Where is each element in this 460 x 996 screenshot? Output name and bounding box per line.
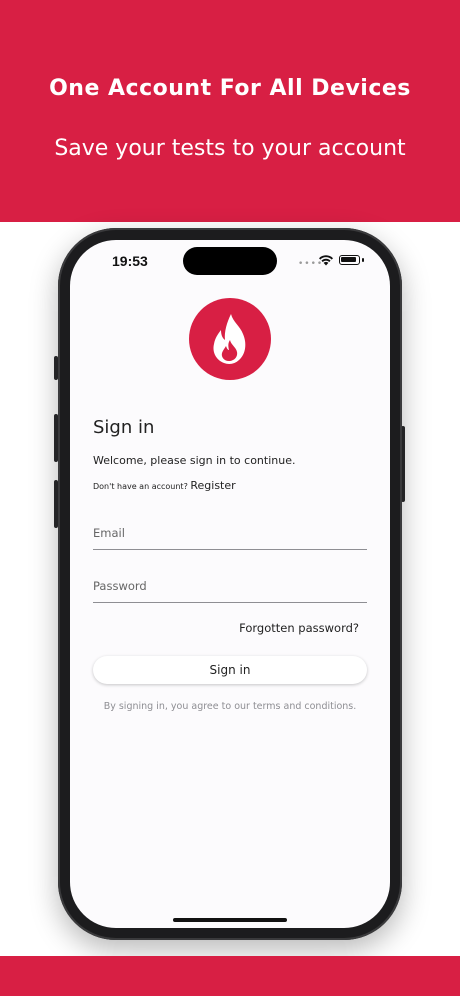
signin-title: Sign in xyxy=(93,417,155,438)
banner-subline: Save your tests to your account xyxy=(54,136,406,161)
no-account-text: Don't have an account? xyxy=(93,482,188,491)
signin-button[interactable]: Sign in xyxy=(93,656,367,684)
password-field[interactable] xyxy=(93,569,367,603)
welcome-text: Welcome, please sign in to continue. xyxy=(93,454,296,467)
wifi-icon xyxy=(319,255,333,266)
forgot-password-link[interactable]: Forgotten password? xyxy=(239,621,359,635)
register-prompt: Don't have an account? Register xyxy=(93,479,236,492)
banner-headline: One Account For All Devices xyxy=(49,76,411,101)
battery-icon xyxy=(339,255,360,265)
register-link[interactable]: Register xyxy=(190,479,235,492)
phone-screen: 19:53 •••• Sign in Welcome, please sign … xyxy=(70,240,390,928)
dynamic-island xyxy=(183,247,277,275)
flame-icon xyxy=(213,314,246,364)
home-indicator[interactable] xyxy=(173,918,287,922)
bottom-banner xyxy=(0,956,460,996)
email-field[interactable] xyxy=(93,516,367,550)
status-time: 19:53 xyxy=(112,253,148,269)
status-icons: •••• xyxy=(298,254,368,269)
promo-banner: One Account For All Devices Save your te… xyxy=(0,0,460,222)
battery-cap xyxy=(362,258,364,262)
terms-text: By signing in, you agree to our terms an… xyxy=(103,701,357,712)
app-logo xyxy=(189,298,271,380)
